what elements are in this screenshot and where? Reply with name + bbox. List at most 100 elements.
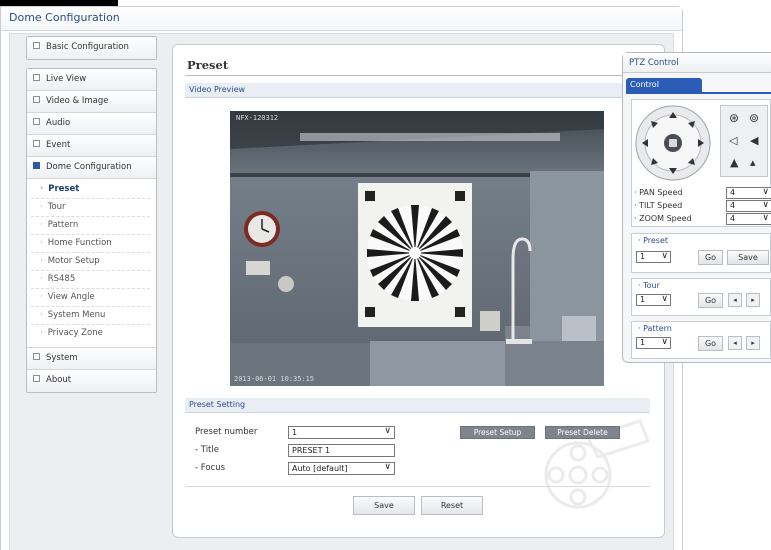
tour-prev-icon[interactable]: ◂ xyxy=(728,293,742,307)
pan-speed-label: · PAN Speed xyxy=(634,188,683,197)
sidebar: Basic Configuration Live View Video & Im… xyxy=(26,36,157,393)
sidebar-item-basic-configuration[interactable]: Basic Configuration xyxy=(27,37,156,59)
form-divider xyxy=(185,486,650,487)
save-button[interactable]: Save xyxy=(353,496,415,515)
focus-far-icon[interactable]: ⊚ xyxy=(749,111,759,125)
sidebar-subitem-home-function[interactable]: · Home Function xyxy=(31,235,150,253)
pattern-next-icon[interactable]: ▸ xyxy=(746,336,760,350)
collapse-icon xyxy=(33,162,40,169)
chevron-down-icon: ∨ xyxy=(762,213,769,223)
tour-next-icon[interactable]: ▸ xyxy=(746,293,760,307)
pattern-prev-icon[interactable]: ◂ xyxy=(728,336,742,350)
sidebar-item-about[interactable]: About xyxy=(27,370,156,392)
bullet-icon: · xyxy=(40,274,43,284)
preset-number-select[interactable]: 1 ∨ xyxy=(288,426,395,439)
bullet-icon: · xyxy=(40,256,43,266)
subitem-label: Motor Setup xyxy=(47,256,100,266)
preset-setup-button[interactable]: Preset Setup xyxy=(460,426,535,439)
sidebar-item-dome-configuration[interactable]: Dome Configuration xyxy=(27,157,156,179)
sidebar-subitem-view-angle[interactable]: · View Angle xyxy=(31,289,150,307)
sidebar-item-label: Live View xyxy=(46,74,87,84)
zoom-wide-icon[interactable]: ▴ xyxy=(750,156,756,169)
chevron-down-icon: ∨ xyxy=(661,251,668,261)
tab-control[interactable]: Control xyxy=(626,78,702,92)
sidebar-item-audio[interactable]: Audio xyxy=(27,113,156,135)
sidebar-item-system[interactable]: System xyxy=(27,348,156,370)
sidebar-subitem-rs485[interactable]: · RS485 xyxy=(31,271,150,289)
sidebar-item-video-image[interactable]: Video & Image xyxy=(27,91,156,113)
focus-label: - Focus xyxy=(195,463,226,473)
ptz-preset-select[interactable]: 1 ∨ xyxy=(636,251,671,263)
expand-icon xyxy=(33,118,40,125)
reset-button[interactable]: Reset xyxy=(421,496,483,515)
tilt-speed-value: 4 xyxy=(730,201,736,210)
chevron-down-icon: ∨ xyxy=(762,187,769,197)
tab-underline xyxy=(626,92,771,94)
title-input[interactable]: PRESET 1 xyxy=(288,444,395,457)
focus-near-icon[interactable]: ⊛ xyxy=(729,111,739,125)
bullet-icon: · xyxy=(40,184,44,194)
preset-setting-header: Preset Setting xyxy=(185,398,650,413)
bullet-icon: · xyxy=(40,220,43,230)
iris-open-icon[interactable]: ◁ xyxy=(729,134,737,147)
sidebar-subitem-motor-setup[interactable]: · Motor Setup xyxy=(31,253,150,271)
chevron-down-icon: ∨ xyxy=(384,462,391,472)
camera-feed-image: NFX-120312 2013-06-01 10:35:15 xyxy=(230,111,604,386)
sidebar-item-label: Video & Image xyxy=(46,96,109,106)
pan-speed-select[interactable]: 4 ∨ xyxy=(726,187,771,199)
preset-go-button[interactable]: Go xyxy=(698,250,723,265)
ptz-preset-value: 1 xyxy=(640,252,646,261)
preset-save-button[interactable]: Save xyxy=(727,250,769,265)
zoom-speed-label: · ZOOM Speed xyxy=(634,214,692,223)
sidebar-subitem-pattern[interactable]: · Pattern xyxy=(31,217,150,235)
direction-pad-icon[interactable] xyxy=(634,104,712,182)
preset-delete-button[interactable]: Preset Delete xyxy=(545,426,620,439)
chevron-down-icon: ∨ xyxy=(384,426,391,436)
subitem-label: RS485 xyxy=(47,274,76,284)
ptz-joystick-box: ⊛ ⊚ ◁ ◀ ▲ ▴ · PAN Speed 4 ∨ · TILT Speed … xyxy=(631,99,771,227)
preset-section-label: · Preset xyxy=(638,236,669,245)
video-overlay-top: NFX-120312 xyxy=(236,114,278,122)
sidebar-submenu: · Preset · Tour · Pattern · Home Function · M… xyxy=(27,179,156,348)
sidebar-item-label: About xyxy=(46,375,72,385)
ptz-tour-box: · Tour 1 ∨ Go ◂ ▸ xyxy=(631,278,771,316)
preset-number-value: 1 xyxy=(292,428,298,437)
sidebar-item-label: Event xyxy=(46,140,71,150)
subitem-label: System Menu xyxy=(47,310,106,320)
ptz-tour-value: 1 xyxy=(640,295,646,304)
zoom-tele-icon[interactable]: ▲ xyxy=(730,156,738,169)
ptz-tour-select[interactable]: 1 ∨ xyxy=(636,294,671,306)
video-preview-header: Video Preview xyxy=(185,83,650,98)
subitem-label: Preset xyxy=(48,184,80,194)
bullet-icon: · xyxy=(40,328,43,338)
zoom-speed-select[interactable]: 4 ∨ xyxy=(726,213,771,225)
sidebar-item-live-view[interactable]: Live View xyxy=(27,69,156,91)
iris-close-icon[interactable]: ◀ xyxy=(750,134,758,147)
focus-value: Auto [default] xyxy=(292,464,348,473)
video-preview: NFX-120312 2013-06-01 10:35:15 xyxy=(230,111,604,386)
bullet-icon: · xyxy=(40,292,43,302)
focus-select[interactable]: Auto [default] ∨ xyxy=(288,462,395,475)
subitem-label: Tour xyxy=(47,202,66,212)
sidebar-subitem-tour[interactable]: · Tour xyxy=(31,199,150,217)
tour-section-label: · Tour xyxy=(638,281,660,290)
tour-go-button[interactable]: Go xyxy=(698,293,723,308)
sidebar-subitem-system-menu[interactable]: · System Menu xyxy=(31,307,150,325)
window-title: Dome Configuration xyxy=(1,7,682,31)
zoom-speed-value: 4 xyxy=(730,214,736,223)
ptz-preset-box: · Preset 1 ∨ Go Save xyxy=(631,233,771,273)
sidebar-item-event[interactable]: Event xyxy=(27,135,156,157)
subitem-label: Pattern xyxy=(47,220,79,230)
sidebar-group-basic: Basic Configuration xyxy=(26,36,157,60)
sidebar-subitem-privacy-zone[interactable]: · Privacy Zone xyxy=(31,325,150,343)
expand-icon xyxy=(33,140,40,147)
tilt-speed-select[interactable]: 4 ∨ xyxy=(726,200,771,212)
bullet-icon: · xyxy=(40,238,43,248)
preset-panel: Preset Video Preview NFX-120312 2013-06-… xyxy=(172,44,665,538)
pattern-go-button[interactable]: Go xyxy=(698,336,723,351)
sidebar-subitem-preset[interactable]: · Preset xyxy=(31,181,150,199)
title-divider xyxy=(185,75,650,76)
subitem-label: Home Function xyxy=(47,238,112,248)
ptz-pattern-select[interactable]: 1 ∨ xyxy=(636,337,671,349)
expand-icon xyxy=(33,96,40,103)
